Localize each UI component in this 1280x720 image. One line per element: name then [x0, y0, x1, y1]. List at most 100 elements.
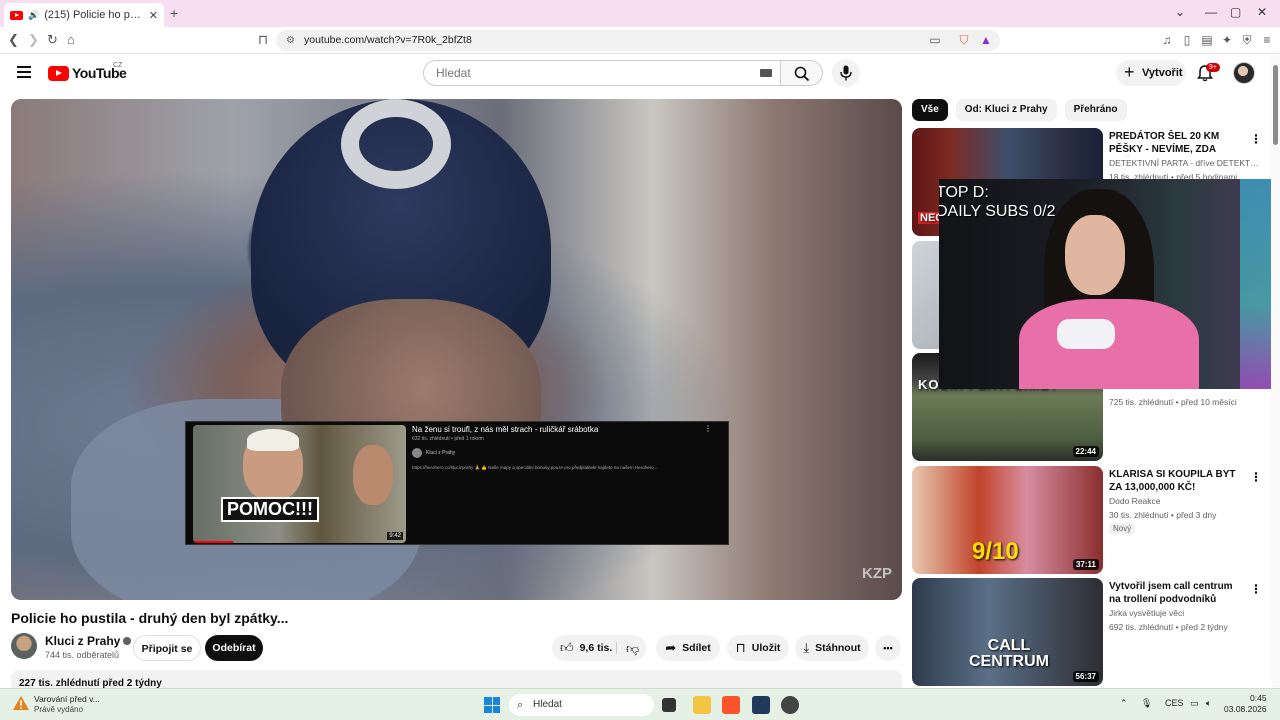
warning-subtitle: Právě vydáno — [34, 705, 83, 714]
microphone-tray-icon[interactable]: 🎙︎ — [1141, 698, 1152, 709]
minimize-icon[interactable]: — — [1205, 5, 1217, 19]
more-actions-button[interactable]: ••• — [875, 635, 901, 661]
browser-tab[interactable]: 🔊 (215) Policie ho pustila - druhý den b… — [4, 3, 164, 27]
stream-overlay-window[interactable]: TOP D: DAILY SUBS 0/2 — [939, 179, 1280, 389]
suggested-channel-avatar[interactable] — [412, 448, 422, 458]
brave-shield-icon[interactable]: ⛉ — [957, 33, 971, 47]
brave-browser-icon[interactable] — [722, 696, 740, 714]
channel-name[interactable]: Jirka vysvětluje věci — [1109, 608, 1259, 618]
verified-icon — [123, 637, 132, 645]
app-icon[interactable] — [752, 696, 770, 714]
cast-icon[interactable]: ▭ — [928, 33, 942, 47]
file-explorer-icon[interactable] — [693, 696, 711, 714]
join-button[interactable]: Připojit se — [133, 635, 201, 661]
share-button[interactable]: ➦ Sdílet — [656, 635, 720, 661]
steam-icon[interactable] — [781, 696, 799, 714]
bookmark-icon[interactable]: ⊓ — [258, 32, 268, 48]
filter-chips: Vše Od: Kluci z Prahy Přehráno — [912, 99, 1127, 121]
download-button[interactable]: ⤓ Stáhnout — [795, 635, 869, 661]
media-icon[interactable]: ♫ — [1160, 33, 1174, 47]
channel-name[interactable]: Dodo Reakce — [1109, 496, 1259, 506]
taskbar-search[interactable]: Hledat — [509, 694, 654, 716]
video-player[interactable]: KZP POMOC!!! 9:42 Na ženu si troufl, z n… — [11, 99, 902, 600]
suggested-video-thumbnail[interactable]: POMOC!!! 9:42 — [193, 425, 406, 543]
video-thumbnail[interactable]: 9/10 37:11 — [912, 466, 1103, 574]
hair-dryer — [1057, 319, 1115, 349]
search-input[interactable] — [436, 61, 736, 85]
new-tab-button[interactable]: + — [170, 5, 178, 21]
language-indicator[interactable]: CES — [1165, 698, 1184, 708]
forward-icon[interactable]: ❯ — [28, 32, 39, 48]
clock[interactable]: 0:45 03.08.2026 — [1224, 693, 1267, 715]
youtube-favicon-icon — [10, 10, 23, 20]
vpn-icon[interactable]: ⛨ — [1240, 33, 1254, 47]
chip-from-channel[interactable]: Od: Kluci z Prahy — [955, 99, 1057, 121]
search-button[interactable] — [781, 60, 823, 86]
chip-watched[interactable]: Přehráno — [1064, 99, 1127, 121]
list-item[interactable]: 9/10 37:11 KLARISA SI KOUPILA BYT ZA 13,… — [912, 466, 1262, 574]
tab-list-icon[interactable]: ⌄ — [1175, 5, 1185, 19]
close-tab-icon[interactable]: ✕ — [149, 9, 158, 22]
video-title[interactable]: PREDÁTOR ŠEL 20 KM PĚŠKY - NEVÍME, ZDA D… — [1109, 130, 1247, 156]
maximize-icon[interactable]: ▢ — [1230, 5, 1241, 19]
rewards-icon[interactable]: ▲ — [979, 33, 993, 47]
leo-icon[interactable]: ✦ — [1220, 33, 1234, 47]
keyboard-icon[interactable] — [760, 69, 772, 77]
wallet-icon[interactable]: ▤ — [1200, 33, 1214, 47]
search-box[interactable] — [423, 60, 781, 86]
description-box[interactable]: 227 tis. zhlédnutí před 2 týdny — [11, 670, 902, 690]
thumbs-down-icon[interactable]: 👎︎ — [626, 641, 639, 657]
share-icon: ➦ — [665, 640, 677, 656]
channel-name[interactable]: DETEKTIVNÍ PARTA - dříve DETEKTIV MI... — [1109, 158, 1259, 168]
video-thumbnail[interactable]: CALL CENTRUM 56:37 — [912, 578, 1103, 686]
page-scrollbar[interactable] — [1271, 55, 1280, 687]
video-title[interactable]: KLARISA SI KOUPILA BYT ZA 13,000,000 KČ! — [1109, 468, 1247, 494]
channel-name[interactable]: Kluci z Prahy — [45, 634, 120, 648]
browser-nav-bar: ❮ ❯ ↻ ⌂ ⊓ ⚙ youtube.com/watch?v=7R0k_2bf… — [0, 27, 1280, 54]
more-options-icon[interactable]: ⋮ — [704, 424, 712, 433]
back-icon[interactable]: ❮ — [8, 32, 19, 48]
like-count[interactable]: 9,6 tis. — [580, 642, 613, 654]
list-item[interactable]: CALL CENTRUM 56:37 Vytvořil jsem call ce… — [912, 578, 1262, 686]
scrollbar-thumb[interactable] — [1273, 65, 1278, 145]
thumbnail-text: CALL CENTRUM — [969, 637, 1049, 670]
more-options-icon[interactable]: ⋮ — [1250, 132, 1262, 146]
warning-icon[interactable] — [12, 695, 30, 711]
account-avatar[interactable] — [1233, 62, 1255, 84]
url-text: youtube.com/watch?v=7R0k_2bfZt8 — [304, 34, 472, 46]
thumbs-up-icon[interactable]: 👍︎ — [560, 635, 574, 661]
channel-name-row[interactable]: Kluci z Prahy — [45, 634, 132, 648]
home-icon[interactable]: ⌂ — [67, 32, 75, 47]
download-label: Stáhnout — [815, 642, 861, 654]
suggested-channel[interactable]: Kluci z Prahy — [426, 450, 455, 456]
start-windows-icon[interactable] — [484, 697, 500, 713]
voice-search-button[interactable] — [832, 59, 860, 87]
like-separator — [616, 642, 617, 654]
more-options-icon[interactable]: ⋮ — [1250, 582, 1262, 596]
address-bar[interactable]: ⚙ youtube.com/watch?v=7R0k_2bfZt8 — [276, 30, 1000, 51]
more-options-icon[interactable]: ⋮ — [1250, 470, 1262, 484]
hamburger-menu-icon[interactable] — [17, 66, 31, 81]
close-window-icon[interactable]: ✕ — [1257, 5, 1267, 19]
sidebar-icon[interactable]: ▯ — [1180, 33, 1194, 47]
suggested-video-card[interactable]: POMOC!!! 9:42 Na ženu si troufl, z nás m… — [185, 421, 729, 545]
video-title[interactable]: Vytvořil jsem call centrum na trollení p… — [1109, 580, 1247, 606]
create-button[interactable]: Vytvořit — [1116, 59, 1186, 86]
time: 0:45 — [1250, 693, 1267, 703]
task-view-icon[interactable] — [662, 698, 676, 712]
thumb-person-1 — [243, 429, 303, 501]
network-icon[interactable]: ▭ — [1190, 698, 1199, 709]
save-button[interactable]: ⊓ Uložit — [727, 635, 789, 661]
notification-badge: 9+ — [1206, 63, 1220, 72]
audio-icon[interactable]: 🔊 — [28, 10, 39, 21]
menu-icon[interactable]: ≡ — [1260, 33, 1274, 47]
channel-avatar[interactable] — [11, 633, 37, 659]
site-info-icon[interactable]: ⚙ — [286, 30, 295, 51]
show-hidden-icons-icon[interactable]: ⌃ — [1120, 698, 1128, 709]
reload-icon[interactable]: ↻ — [47, 32, 58, 48]
warning-title[interactable]: Varování před v... — [34, 694, 100, 704]
subscribe-button[interactable]: Odebírat — [205, 635, 263, 661]
chip-all[interactable]: Vše — [912, 99, 948, 121]
volume-icon[interactable]: 🔈︎ — [1206, 698, 1211, 709]
suggested-title[interactable]: Na ženu si troufl, z nás měl strach - ru… — [412, 425, 598, 434]
